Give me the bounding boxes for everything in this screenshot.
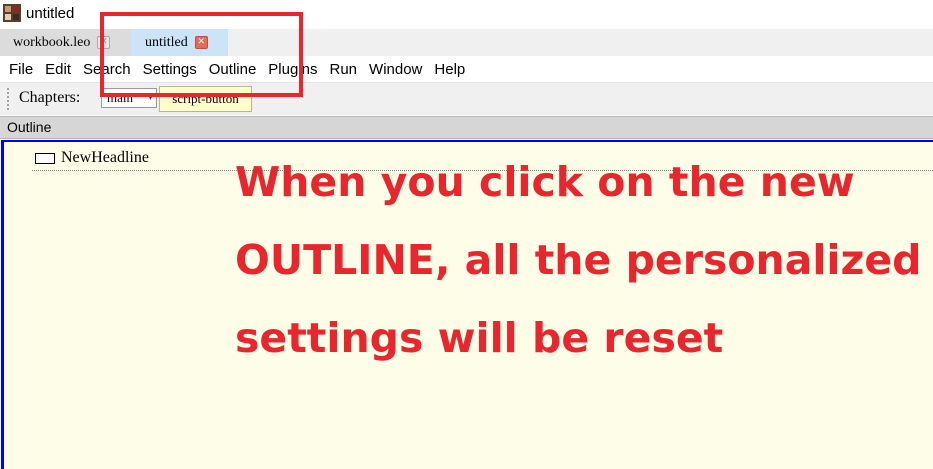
highlight-box [100,12,303,97]
menu-file[interactable]: File [3,56,39,82]
tab-label: workbook.leo [13,34,91,50]
window-title: untitled [26,5,75,22]
outline-pane-header: Outline [0,116,933,139]
menu-edit[interactable]: Edit [39,56,77,82]
node-icon [35,152,55,164]
chapters-label: Chapters: [19,89,81,106]
menu-run[interactable]: Run [324,56,364,82]
leo-app-icon [3,4,21,22]
annotation-text: When you click on the new OUTLINE, all t… [235,158,922,362]
menu-help[interactable]: Help [428,56,471,82]
node-headline[interactable]: NewHeadline [61,149,149,167]
toolbar-grip[interactable] [7,88,9,110]
menu-window[interactable]: Window [363,56,428,82]
